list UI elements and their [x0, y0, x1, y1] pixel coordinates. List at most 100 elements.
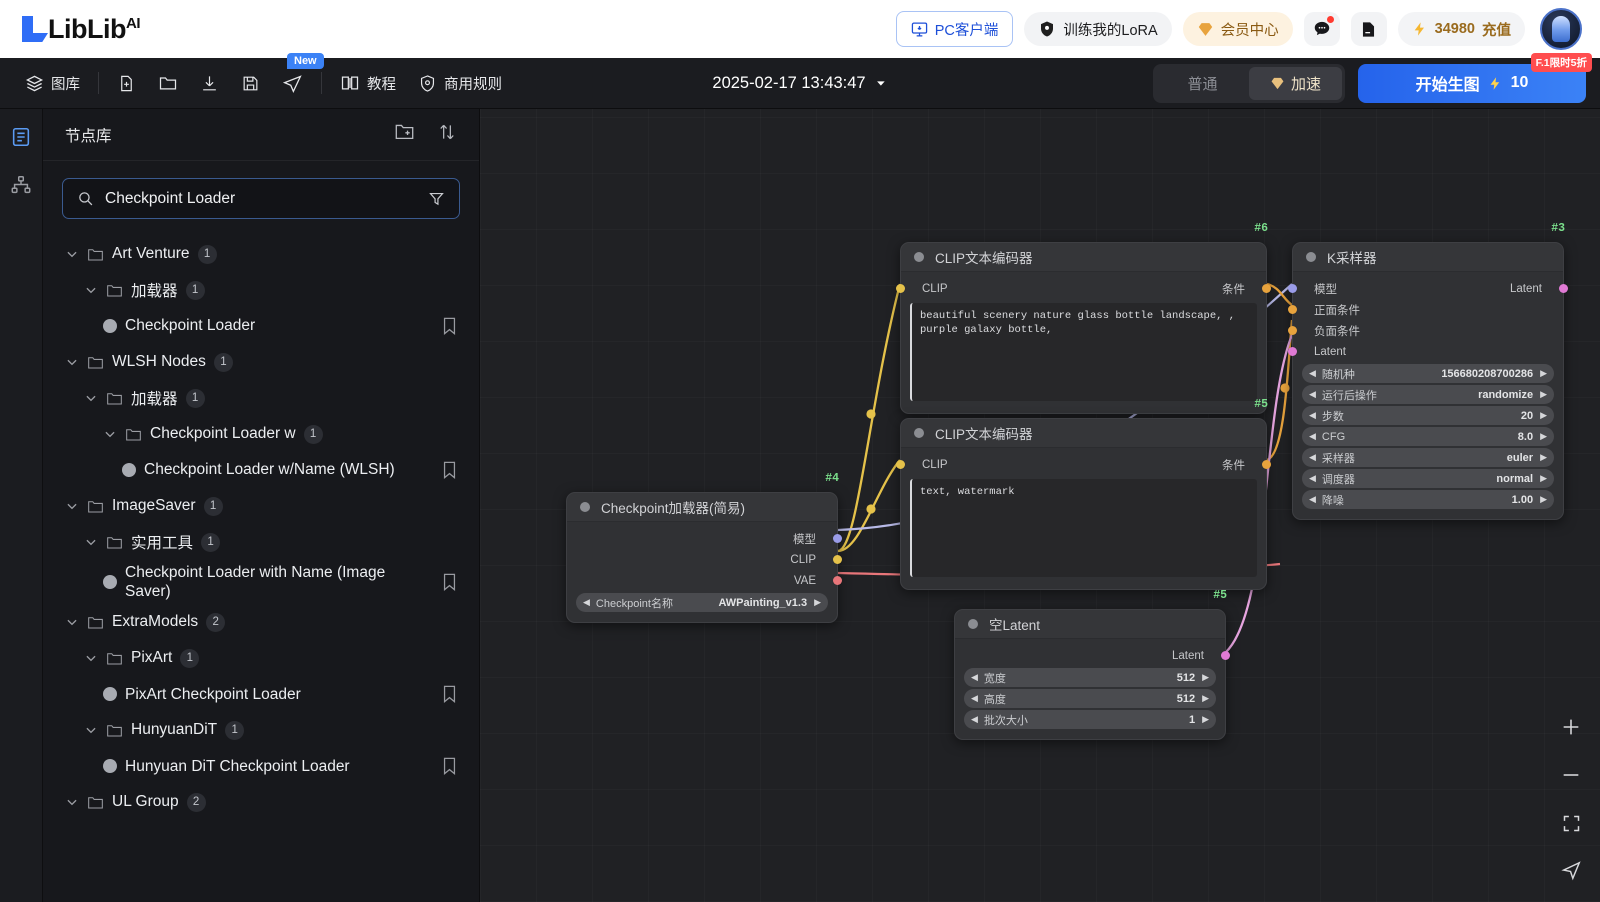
chevron-down-icon[interactable] — [65, 615, 79, 629]
widget-increment-icon[interactable]: ▶ — [1202, 714, 1209, 725]
credits-button[interactable]: 34980 充值 — [1397, 12, 1525, 46]
chevron-down-icon[interactable] — [103, 427, 117, 441]
tree-node-item[interactable]: Hunyuan DiT Checkpoint Loader — [43, 748, 479, 784]
widget-decrement-icon[interactable]: ◀ — [971, 714, 978, 725]
tree-folder-wlsh-nodes[interactable]: WLSH Nodes 1 — [43, 344, 479, 380]
toolbar-download[interactable] — [189, 65, 230, 101]
output-port-VAE[interactable] — [833, 576, 842, 585]
tree-node-item[interactable]: Checkpoint Loader with Name (Image Saver… — [43, 560, 479, 604]
bookmark-icon[interactable] — [442, 685, 457, 704]
widget-decrement-icon[interactable]: ◀ — [1309, 494, 1316, 505]
node-collapse-icon[interactable] — [914, 252, 924, 262]
workflow-canvas[interactable]: #6 CLIP文本编码器 CLIP 条件 beautiful scenery natur… — [480, 109, 1600, 902]
widget-decrement-icon[interactable]: ◀ — [971, 693, 978, 704]
node-collapse-icon[interactable] — [968, 619, 978, 629]
chevron-down-icon[interactable] — [84, 651, 98, 665]
widget-步数[interactable]: ◀ 步数 20 ▶ — [1302, 406, 1554, 425]
widget-increment-icon[interactable]: ▶ — [814, 597, 821, 608]
brand-logo[interactable]: LibLibAI — [20, 14, 140, 45]
chevron-down-icon[interactable] — [65, 247, 79, 261]
node-clip-positive[interactable]: #6 CLIP文本编码器 CLIP 条件 beautiful scenery natur… — [896, 222, 1271, 414]
toolbar-open[interactable] — [147, 65, 189, 101]
chevron-down-icon[interactable] — [65, 355, 79, 369]
new-folder-button[interactable] — [394, 122, 415, 147]
widget-随机种[interactable]: ◀ 随机种 156680208700286 ▶ — [1302, 364, 1554, 383]
widget-decrement-icon[interactable]: ◀ — [1309, 431, 1316, 442]
generate-button[interactable]: 开始生图 10 F.1限时5折 — [1358, 52, 1592, 103]
tree-folder-pixart[interactable]: PixArt 1 — [43, 640, 479, 676]
toolbar-publish[interactable]: New — [271, 53, 324, 101]
node-ksampler[interactable]: #3 K采样器 模型 Latent 正面条件 负面条件 Latent ◀ 随机种 15668020… — [1288, 222, 1568, 520]
input-port-Latent[interactable] — [1288, 347, 1297, 356]
widget-decrement-icon[interactable]: ◀ — [583, 597, 590, 608]
widget-increment-icon[interactable]: ▶ — [1202, 672, 1209, 683]
filter-icon[interactable] — [428, 190, 445, 207]
tree-folder-ul-group[interactable]: UL Group 2 — [43, 784, 479, 820]
node-collapse-icon[interactable] — [580, 502, 590, 512]
node-text-input[interactable]: beautiful scenery nature glass bottle la… — [910, 303, 1257, 401]
chevron-down-icon[interactable] — [84, 723, 98, 737]
node-title-bar[interactable]: 空Latent — [955, 610, 1225, 639]
chevron-down-icon[interactable] — [84, 283, 98, 297]
tree-folder-hunyuandit[interactable]: HunyuanDiT 1 — [43, 712, 479, 748]
zoom-in-button[interactable] — [1558, 714, 1584, 740]
vip-center-button[interactable]: 会员中心 — [1182, 12, 1293, 46]
widget-运行后操作[interactable]: ◀ 运行后操作 randomize ▶ — [1302, 385, 1554, 404]
bookmark-icon[interactable] — [442, 317, 457, 335]
widget-increment-icon[interactable]: ▶ — [1540, 473, 1547, 484]
messages-button[interactable] — [1303, 12, 1340, 46]
widget-increment-icon[interactable]: ▶ — [1540, 389, 1547, 400]
widget-decrement-icon[interactable]: ◀ — [1309, 389, 1316, 400]
node-text-input[interactable]: text, watermark — [910, 479, 1257, 577]
chevron-down-icon[interactable] — [65, 795, 79, 809]
search-box[interactable] — [62, 178, 460, 219]
toolbar-save[interactable] — [230, 65, 271, 101]
output-port-模型[interactable] — [833, 534, 842, 543]
output-port-Latent[interactable] — [1559, 284, 1568, 293]
chevron-down-icon[interactable] — [84, 535, 98, 549]
node-empty-latent[interactable]: #5 空Latent Latent ◀ 宽度 512 ▶ ◀ 高度 512 ▶ ◀ 批次大小 1 ▶ — [954, 589, 1230, 740]
widget-降噪[interactable]: ◀ 降噪 1.00 ▶ — [1302, 490, 1554, 509]
toolbar-gallery[interactable]: 图库 — [14, 65, 91, 101]
widget-CFG[interactable]: ◀ CFG 8.0 ▶ — [1302, 427, 1554, 446]
mode-accelerate[interactable]: 加速 — [1249, 66, 1342, 100]
zoom-out-button[interactable] — [1558, 762, 1584, 788]
rail-item-node-library[interactable] — [5, 121, 37, 153]
widget-调度器[interactable]: ◀ 调度器 normal ▶ — [1302, 469, 1554, 488]
tree-folder-实用工具[interactable]: 实用工具 1 — [43, 524, 479, 560]
widget-increment-icon[interactable]: ▶ — [1540, 431, 1547, 442]
widget-increment-icon[interactable]: ▶ — [1540, 410, 1547, 421]
widget-采样器[interactable]: ◀ 采样器 euler ▶ — [1302, 448, 1554, 467]
widget-decrement-icon[interactable]: ◀ — [1309, 410, 1316, 421]
tree-node-item[interactable]: Checkpoint Loader — [43, 308, 479, 344]
node-collapse-icon[interactable] — [914, 428, 924, 438]
output-port-条件[interactable] — [1262, 460, 1271, 469]
pc-client-button[interactable]: PC客户端 — [895, 11, 1014, 47]
node-clip-negative[interactable]: #5 CLIP文本编码器 CLIP 条件 text, watermark — [896, 398, 1271, 590]
toolbar-commercial-rules[interactable]: 商用规则 — [407, 65, 513, 101]
input-port-CLIP[interactable] — [896, 284, 905, 293]
workflow-timestamp[interactable]: 2025-02-17 13:43:47 — [712, 74, 887, 93]
toolbar-new[interactable] — [106, 65, 147, 101]
bookmark-icon[interactable] — [442, 461, 457, 479]
mode-normal[interactable]: 普通 — [1156, 67, 1249, 100]
bookmark-icon[interactable] — [442, 757, 457, 776]
node-collapse-icon[interactable] — [1306, 252, 1316, 262]
files-button[interactable] — [1350, 12, 1387, 46]
tree-folder-extramodels[interactable]: ExtraModels 2 — [43, 604, 479, 640]
train-lora-button[interactable]: 训练我的LoRA — [1024, 12, 1172, 46]
pointer-tool-button[interactable] — [1558, 858, 1584, 884]
input-port-负面条件[interactable] — [1288, 326, 1297, 335]
widget-decrement-icon[interactable]: ◀ — [1309, 452, 1316, 463]
tree-folder-art-venture[interactable]: Art Venture 1 — [43, 236, 479, 272]
chevron-down-icon[interactable] — [84, 391, 98, 405]
widget-increment-icon[interactable]: ▶ — [1540, 452, 1547, 463]
node-title-bar[interactable]: CLIP文本编码器 — [901, 419, 1266, 448]
tree-folder-imagesaver[interactable]: ImageSaver 1 — [43, 488, 479, 524]
widget-Checkpoint名称[interactable]: ◀ Checkpoint名称 AWPainting_v1.3 ▶ — [576, 593, 828, 612]
widget-increment-icon[interactable]: ▶ — [1202, 693, 1209, 704]
node-title-bar[interactable]: K采样器 — [1293, 243, 1563, 272]
bookmark-icon[interactable] — [442, 573, 457, 592]
widget-批次大小[interactable]: ◀ 批次大小 1 ▶ — [964, 710, 1216, 729]
widget-decrement-icon[interactable]: ◀ — [1309, 368, 1316, 379]
